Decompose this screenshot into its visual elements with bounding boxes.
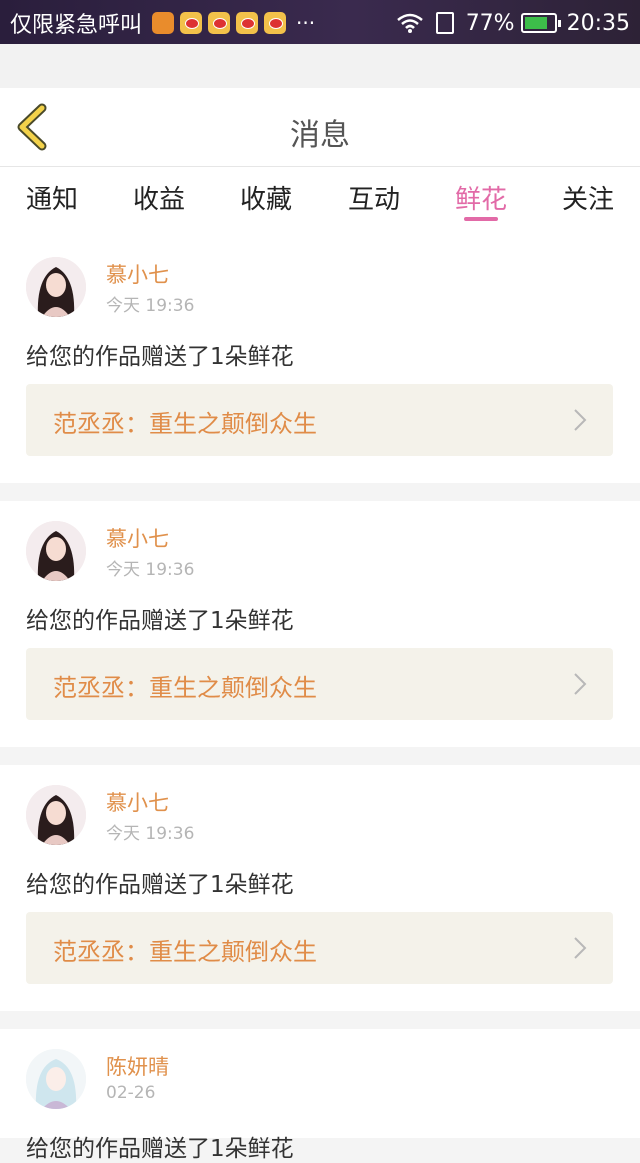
username[interactable]: 慕小七	[106, 523, 169, 553]
chevron-right-icon	[574, 937, 587, 959]
tab-bar: 通知 收益 收藏 互动 鲜花 关注	[0, 167, 640, 237]
work-link[interactable]: 范丞丞：重生之颠倒众生	[26, 912, 613, 984]
tab-flowers[interactable]: 鲜花	[441, 179, 521, 216]
wifi-icon	[396, 13, 423, 33]
carrier-text: 仅限紧急呼叫	[10, 13, 143, 38]
avatar[interactable]	[26, 521, 86, 581]
sim-icon	[435, 12, 454, 34]
battery-percent: 77%	[465, 10, 515, 36]
header-spacer	[0, 44, 640, 88]
chevron-right-icon	[574, 673, 587, 695]
list-item: 陈妍晴 02-26 给您的作品赠送了1朵鲜花	[0, 1029, 640, 1162]
work-title: 范丞丞：重生之颠倒众生	[53, 932, 317, 967]
avatar[interactable]	[26, 257, 86, 317]
work-link[interactable]: 范丞丞：重生之颠倒众生	[26, 384, 613, 456]
battery-icon	[520, 13, 561, 33]
username[interactable]: 慕小七	[106, 787, 169, 817]
timestamp: 今天 19:36	[106, 824, 195, 844]
chevron-right-icon	[574, 409, 587, 431]
username[interactable]: 陈妍晴	[106, 1051, 169, 1081]
weibo-icon	[236, 12, 259, 34]
more-notifications-icon: ···	[296, 11, 316, 35]
message-text: 给您的作品赠送了1朵鲜花	[26, 1136, 294, 1162]
timestamp: 今天 19:36	[106, 560, 195, 580]
work-title: 范丞丞：重生之颠倒众生	[53, 404, 317, 439]
work-author: 范丞丞	[53, 410, 125, 438]
username[interactable]: 慕小七	[106, 259, 169, 289]
weibo-icon	[180, 12, 203, 34]
tab-favorites[interactable]: 收藏	[226, 179, 306, 216]
work-title: 范丞丞：重生之颠倒众生	[53, 668, 317, 703]
work-name: ：重生之颠倒众生	[125, 938, 317, 966]
active-tab-indicator	[464, 217, 498, 221]
list-item: 慕小七 今天 19:36 给您的作品赠送了1朵鲜花 范丞丞：重生之颠倒众生	[0, 237, 640, 483]
avatar[interactable]	[26, 785, 86, 845]
weibo-icon	[208, 12, 231, 34]
clock: 20:35	[566, 10, 630, 36]
avatar[interactable]	[26, 1049, 86, 1109]
timestamp: 今天 19:36	[106, 296, 195, 316]
status-bar-right: 77% 20:35	[396, 8, 630, 38]
status-bar: 仅限紧急呼叫 ··· 77% 20:35	[0, 0, 640, 44]
nav-bar: 消息	[0, 88, 640, 167]
status-bar-left: 仅限紧急呼叫 ···	[10, 8, 315, 38]
work-name: ：重生之颠倒众生	[125, 674, 317, 702]
tab-following[interactable]: 关注	[548, 179, 628, 216]
message-text: 给您的作品赠送了1朵鲜花	[26, 608, 294, 634]
list-item: 慕小七 今天 19:36 给您的作品赠送了1朵鲜花 范丞丞：重生之颠倒众生	[0, 501, 640, 747]
weibo-icon	[264, 12, 287, 34]
tab-interactions[interactable]: 互动	[334, 179, 414, 216]
message-text: 给您的作品赠送了1朵鲜花	[26, 344, 294, 370]
tab-earnings[interactable]: 收益	[119, 179, 199, 216]
message-text: 给您的作品赠送了1朵鲜花	[26, 872, 294, 898]
work-author: 范丞丞	[53, 938, 125, 966]
list-item: 慕小七 今天 19:36 给您的作品赠送了1朵鲜花 范丞丞：重生之颠倒众生	[0, 765, 640, 1011]
tab-notifications[interactable]: 通知	[12, 179, 92, 216]
work-author: 范丞丞	[53, 674, 125, 702]
battery-level	[524, 17, 547, 29]
page-title: 消息	[290, 118, 350, 153]
uc-browser-icon	[152, 12, 175, 34]
work-name: ：重生之颠倒众生	[125, 410, 317, 438]
work-link[interactable]: 范丞丞：重生之颠倒众生	[26, 648, 613, 720]
timestamp: 02-26	[106, 1083, 156, 1103]
